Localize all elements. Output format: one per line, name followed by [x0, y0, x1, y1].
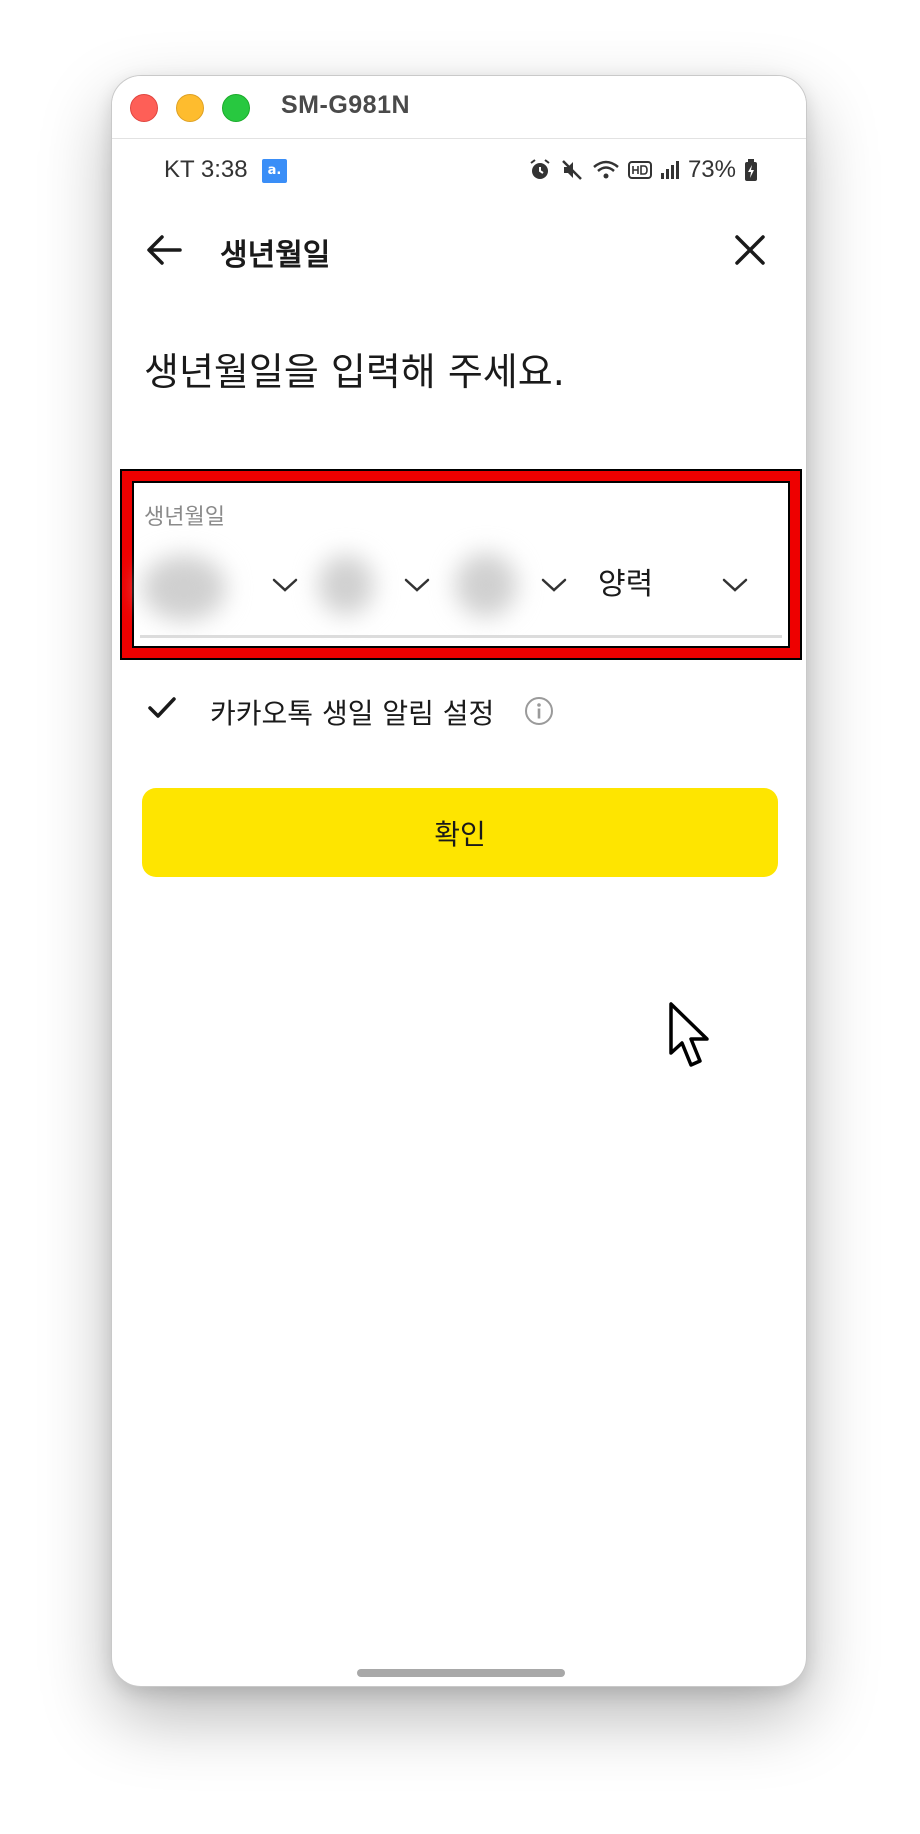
mute-icon — [562, 160, 582, 180]
battery-percent: 73% — [687, 156, 736, 183]
window-zoom-button[interactable] — [222, 94, 250, 122]
month-value-blurred — [318, 555, 374, 615]
window-close-button[interactable] — [130, 94, 158, 122]
chevron-down-icon — [404, 578, 430, 592]
chevron-down-icon — [272, 578, 298, 592]
close-icon[interactable] — [728, 228, 772, 272]
window-minimize-button[interactable] — [176, 94, 204, 122]
month-select[interactable] — [312, 549, 437, 631]
birthdate-field-label: 생년월일 — [144, 505, 225, 530]
notification-badge: a. — [262, 159, 287, 183]
chevron-down-icon — [722, 578, 748, 592]
mouse-cursor-icon — [669, 1002, 709, 1067]
device-window: SM-G981N KT 3:38 a. 73% 생년월일 생년월일을 입력해 주… — [111, 75, 807, 1687]
alarm-icon — [530, 159, 550, 179]
birthday-alarm-label: 카카오톡 생일 알림 설정 — [210, 697, 495, 730]
calendar-type-value: 양력 — [598, 567, 654, 602]
checkmark-icon[interactable] — [146, 694, 178, 722]
status-icons: 73% — [528, 156, 758, 184]
chevron-down-icon — [541, 578, 567, 592]
day-value-blurred — [455, 553, 517, 617]
day-select[interactable] — [447, 549, 572, 631]
confirm-button[interactable]: 확인 — [142, 788, 778, 877]
window-title: SM-G981N — [281, 91, 411, 119]
battery-icon — [745, 159, 757, 181]
field-underline — [140, 635, 782, 638]
instruction-text: 생년월일을 입력해 주세요. — [144, 350, 565, 394]
page-header: 생년월일 — [112, 216, 806, 286]
birthdate-selectors: 양력 — [134, 549, 788, 639]
carrier-time: KT 3:38 — [164, 156, 248, 183]
signal-icon — [660, 161, 679, 179]
birthday-alarm-option[interactable]: 카카오톡 생일 알림 설정 — [146, 686, 646, 736]
arrow-left-icon[interactable] — [142, 228, 186, 272]
page-title: 생년월일 — [220, 238, 331, 273]
year-value-blurred — [142, 555, 226, 621]
birthdate-field: 생년월일 양력 — [132, 481, 790, 648]
hd-icon — [627, 161, 652, 179]
year-select[interactable] — [134, 549, 302, 631]
home-indicator[interactable] — [357, 1669, 565, 1677]
calendar-type-select[interactable]: 양력 — [592, 549, 766, 631]
wifi-icon — [593, 160, 619, 179]
info-icon[interactable] — [524, 696, 554, 726]
birthdate-field-highlight: 생년월일 양력 — [120, 469, 802, 660]
window-titlebar: SM-G981N — [112, 76, 806, 139]
status-bar: KT 3:38 a. 73% — [112, 156, 806, 192]
